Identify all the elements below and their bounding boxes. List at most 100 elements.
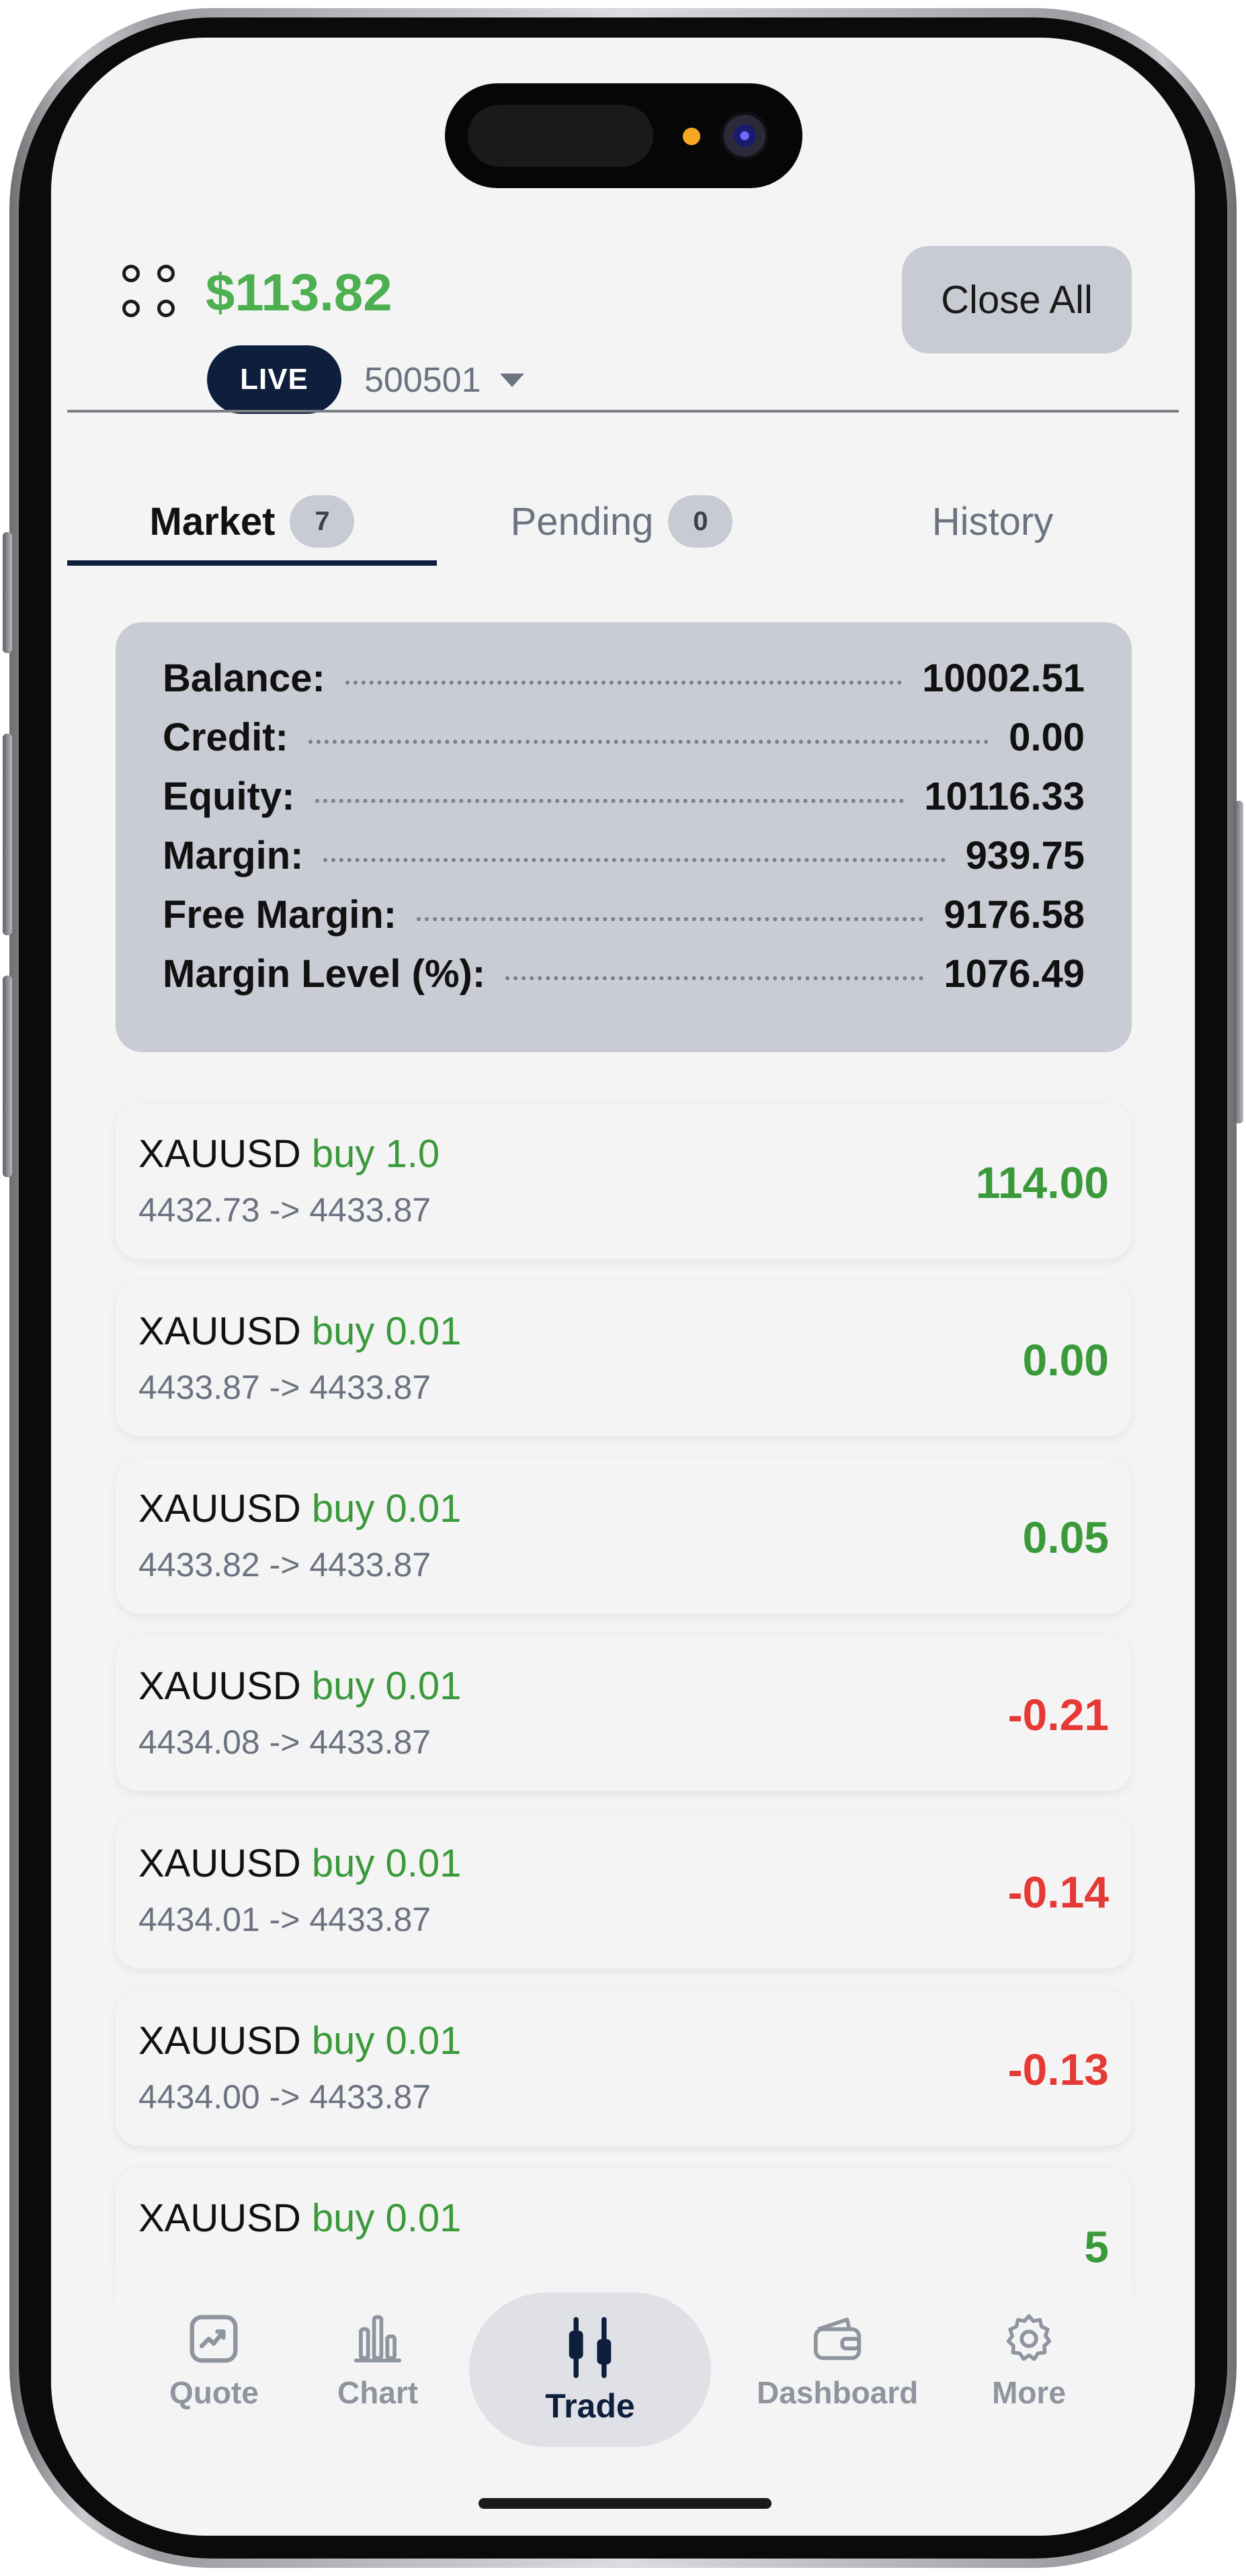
position-prices: 4433.82 -> 4433.87 [138, 1546, 431, 1584]
symbol-text: XAUUSD [138, 2019, 301, 2063]
position-side: buy 0.01 [311, 2019, 462, 2063]
tab-market[interactable]: Market 7 [67, 454, 437, 589]
position-side: buy 0.01 [311, 1842, 462, 1885]
position-symbol: XAUUSD buy 0.01 [138, 2196, 461, 2241]
position-side: buy 0.01 [311, 2196, 462, 2240]
position-profit: 0.00 [1022, 1335, 1109, 1385]
position-profit: -0.13 [1007, 2045, 1109, 2094]
tab-label: History [931, 499, 1054, 544]
symbol-text: XAUUSD [138, 1664, 301, 1708]
summary-row-margin-level: Margin Level (%): 1076.49 [163, 951, 1085, 1011]
position-item[interactable]: XAUUSD buy 0.01 4433.82 -> 4433.87 0.05 [116, 1458, 1132, 1614]
symbol-text: XAUUSD [138, 1842, 301, 1885]
summary-label: Equity: [163, 775, 295, 818]
nav-trade[interactable]: Trade [469, 2292, 711, 2447]
dynamic-island [445, 83, 802, 188]
privacy-indicator-dot [683, 128, 700, 145]
active-tab-indicator [67, 560, 437, 566]
summary-label: Balance: [163, 656, 325, 700]
gear-icon [1006, 2314, 1052, 2361]
summary-label: Margin Level (%): [163, 952, 486, 996]
position-prices: 4432.73 -> 4433.87 [138, 1191, 431, 1229]
menu-dots-icon[interactable] [122, 265, 183, 325]
account-number: 500501 [364, 361, 481, 400]
position-symbol: XAUUSD buy 0.01 [138, 1664, 461, 1709]
summary-value: 9176.58 [944, 893, 1085, 937]
position-side: buy 0.01 [311, 1487, 462, 1531]
summary-row-balance: Balance: 10002.51 [163, 656, 1085, 715]
position-prices: 4434.00 -> 4433.87 [138, 2078, 431, 2116]
candlestick-icon [569, 2317, 612, 2378]
home-indicator[interactable] [479, 2498, 772, 2509]
tab-count-badge: 7 [290, 495, 355, 548]
dotted-leader [505, 976, 924, 980]
summary-row-free-margin: Free Margin: 9176.58 [163, 892, 1085, 951]
position-side: buy 0.01 [311, 1310, 462, 1353]
quote-icon [190, 2315, 238, 2363]
action-button [3, 532, 12, 653]
wallet-icon [814, 2317, 862, 2360]
position-symbol: XAUUSD buy 0.01 [138, 1309, 461, 1354]
app-screen: $113.82 LIVE 500501 Close All Market 7 P… [51, 38, 1195, 2536]
position-item[interactable]: XAUUSD buy 0.01 4434.01 -> 4433.87 -0.14 [116, 1813, 1132, 1969]
position-symbol: XAUUSD buy 0.01 [138, 2018, 461, 2063]
position-profit: -0.14 [1007, 1867, 1109, 1917]
nav-label: Dashboard [757, 2375, 919, 2410]
nav-label: Quote [169, 2375, 259, 2410]
position-item[interactable]: XAUUSD buy 0.01 4434.00 -> 4433.87 -0.13 [116, 1990, 1132, 2146]
symbol-text: XAUUSD [138, 1310, 301, 1353]
summary-value: 0.00 [1009, 716, 1085, 759]
island-sensor [468, 105, 653, 167]
position-item[interactable]: XAUUSD buy 0.01 4433.87 -> 4433.87 0.00 [116, 1281, 1132, 1436]
chevron-down-icon [499, 374, 524, 387]
position-item[interactable]: XAUUSD buy 1.0 4432.73 -> 4433.87 114.00 [116, 1103, 1132, 1259]
summary-row-equity: Equity: 10116.33 [163, 774, 1085, 833]
tab-label: Pending [510, 499, 654, 544]
position-prices: 4434.01 -> 4433.87 [138, 1901, 431, 1938]
summary-label: Margin: [163, 834, 304, 877]
tab-history[interactable]: History [806, 454, 1179, 589]
tab-count-badge: 0 [668, 495, 733, 548]
header-divider [67, 410, 1179, 413]
nav-label: Trade [545, 2387, 635, 2425]
tab-pending[interactable]: Pending 0 [437, 454, 806, 589]
dotted-leader [417, 917, 924, 921]
nav-quote[interactable]: Quote [169, 2310, 259, 2411]
position-side: buy 1.0 [311, 1132, 440, 1176]
volume-down-button [3, 976, 12, 1177]
tab-label: Market [149, 499, 276, 544]
position-item[interactable]: XAUUSD buy 0.01 4434.08 -> 4433.87 -0.21 [116, 1635, 1132, 1791]
header-balance: $113.82 [206, 263, 392, 322]
dotted-leader [308, 740, 989, 744]
summary-label: Free Margin: [163, 893, 397, 937]
summary-value: 1076.49 [944, 952, 1085, 996]
position-profit: 114.00 [975, 1158, 1109, 1207]
bar-chart-icon [354, 2315, 402, 2363]
position-prices: 4434.08 -> 4433.87 [138, 1723, 431, 1761]
summary-value: 10002.51 [922, 656, 1085, 700]
nav-dashboard[interactable]: Dashboard [757, 2310, 918, 2411]
position-profit: 0.05 [1022, 1512, 1109, 1562]
symbol-text: XAUUSD [138, 1132, 301, 1176]
position-side: buy 0.01 [311, 1664, 462, 1708]
front-camera [720, 112, 769, 160]
dotted-leader [345, 681, 903, 685]
power-button [1234, 801, 1243, 1123]
position-symbol: XAUUSD buy 0.01 [138, 1486, 461, 1531]
nav-more[interactable]: More [992, 2310, 1066, 2411]
summary-value: 10116.33 [924, 775, 1085, 818]
dotted-leader [315, 799, 905, 803]
dotted-leader [323, 858, 946, 862]
volume-up-button [3, 734, 12, 935]
nav-chart[interactable]: Chart [337, 2310, 418, 2411]
position-profit: -0.21 [1007, 1690, 1109, 1740]
position-symbol: XAUUSD buy 1.0 [138, 1131, 440, 1176]
summary-row-credit: Credit: 0.00 [163, 715, 1085, 774]
account-summary-card: Balance: 10002.51 Credit: 0.00 Equity: 1… [116, 622, 1132, 1052]
close-all-button[interactable]: Close All [902, 246, 1132, 353]
summary-value: 939.75 [965, 834, 1085, 877]
account-selector[interactable]: 500501 [364, 359, 524, 402]
symbol-text: XAUUSD [138, 2196, 301, 2240]
nav-label: More [992, 2375, 1066, 2410]
live-mode-badge: LIVE [207, 345, 341, 414]
